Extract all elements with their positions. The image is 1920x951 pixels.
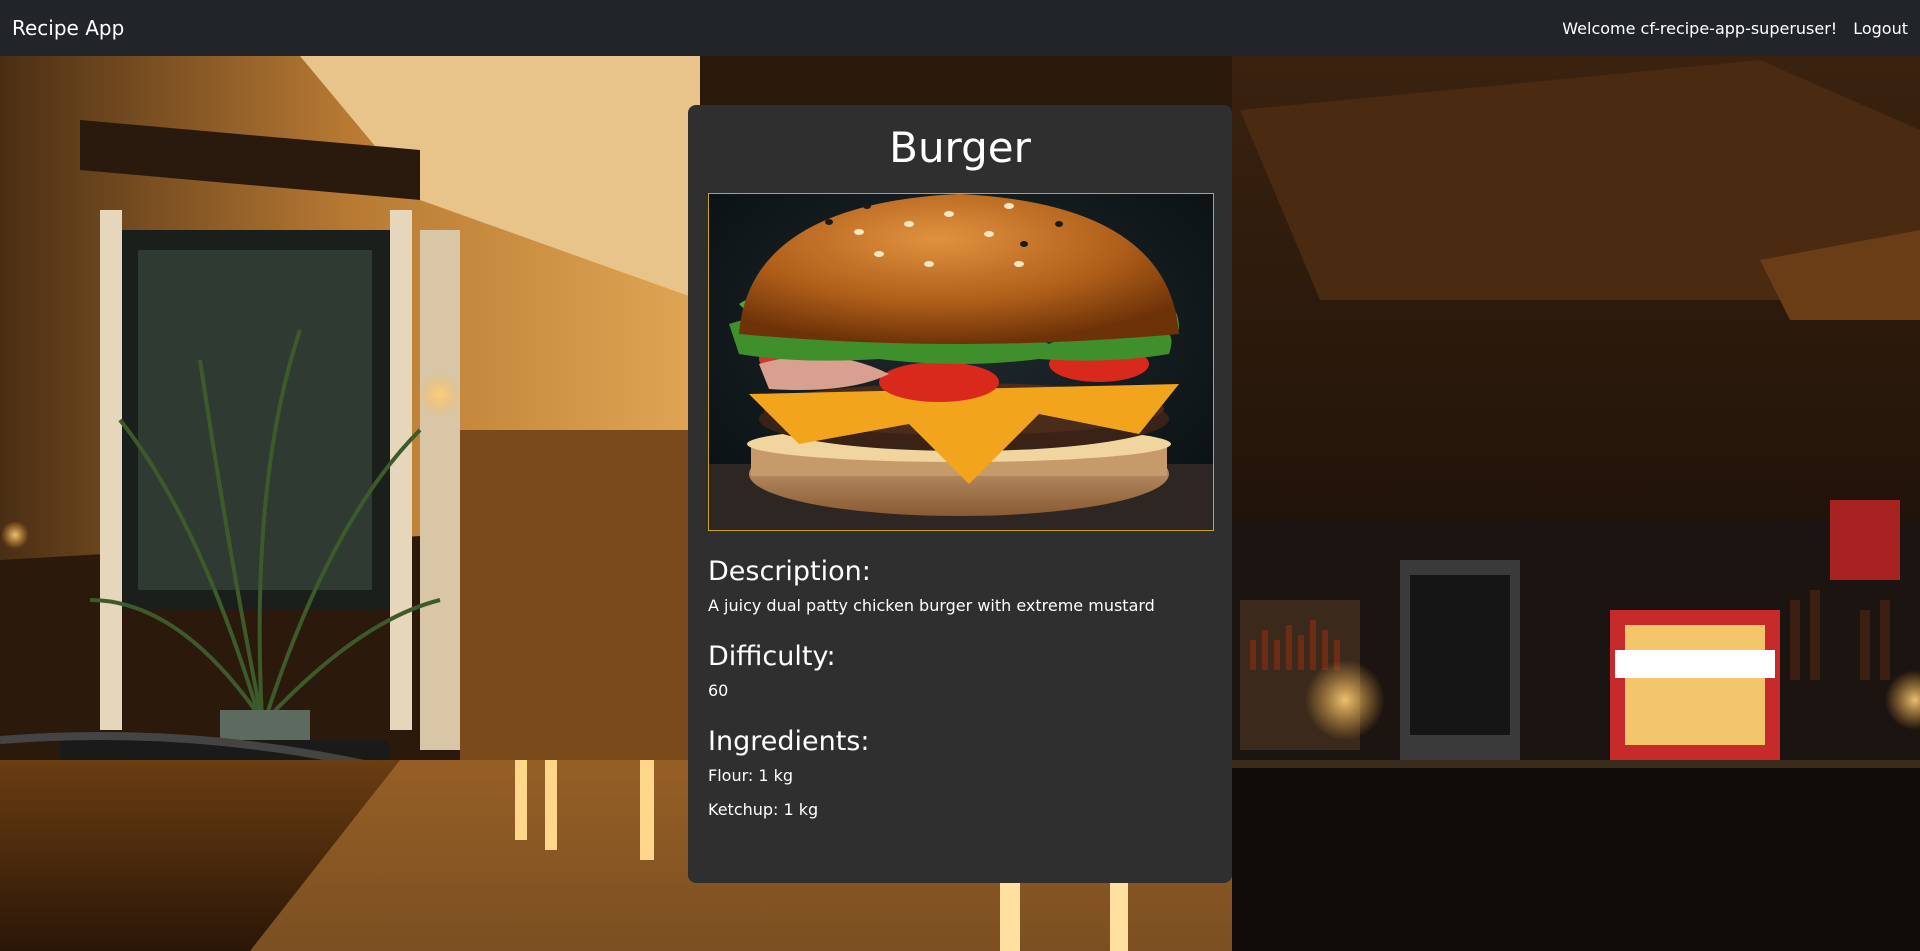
list-item: Flour: 1 kg xyxy=(708,766,794,785)
ingredients-list: Flour: 1 kg Ketchup: 1 kg xyxy=(708,766,1212,820)
recipe-card: Burger Description: A juicy dual patty c… xyxy=(688,105,1232,883)
navbar-user-area: Welcome cf-recipe-app-superuser! Logout xyxy=(1562,19,1908,38)
list-item: Ketchup: 1 kg xyxy=(708,800,819,819)
recipe-title: Burger xyxy=(889,123,1031,172)
description-heading: Description: xyxy=(708,556,871,587)
top-navbar: Recipe App Welcome cf-recipe-app-superus… xyxy=(0,0,1920,56)
difficulty-heading: Difficulty: xyxy=(708,641,836,672)
description-text: A juicy dual patty chicken burger with e… xyxy=(708,596,1155,615)
welcome-text: Welcome cf-recipe-app-superuser! xyxy=(1562,18,1838,38)
recipe-image xyxy=(708,193,1214,531)
brand-link[interactable]: Recipe App xyxy=(12,16,124,40)
logout-link[interactable]: Logout xyxy=(1853,19,1908,38)
difficulty-value: 60 xyxy=(708,681,729,700)
ingredients-heading: Ingredients: xyxy=(708,726,870,757)
